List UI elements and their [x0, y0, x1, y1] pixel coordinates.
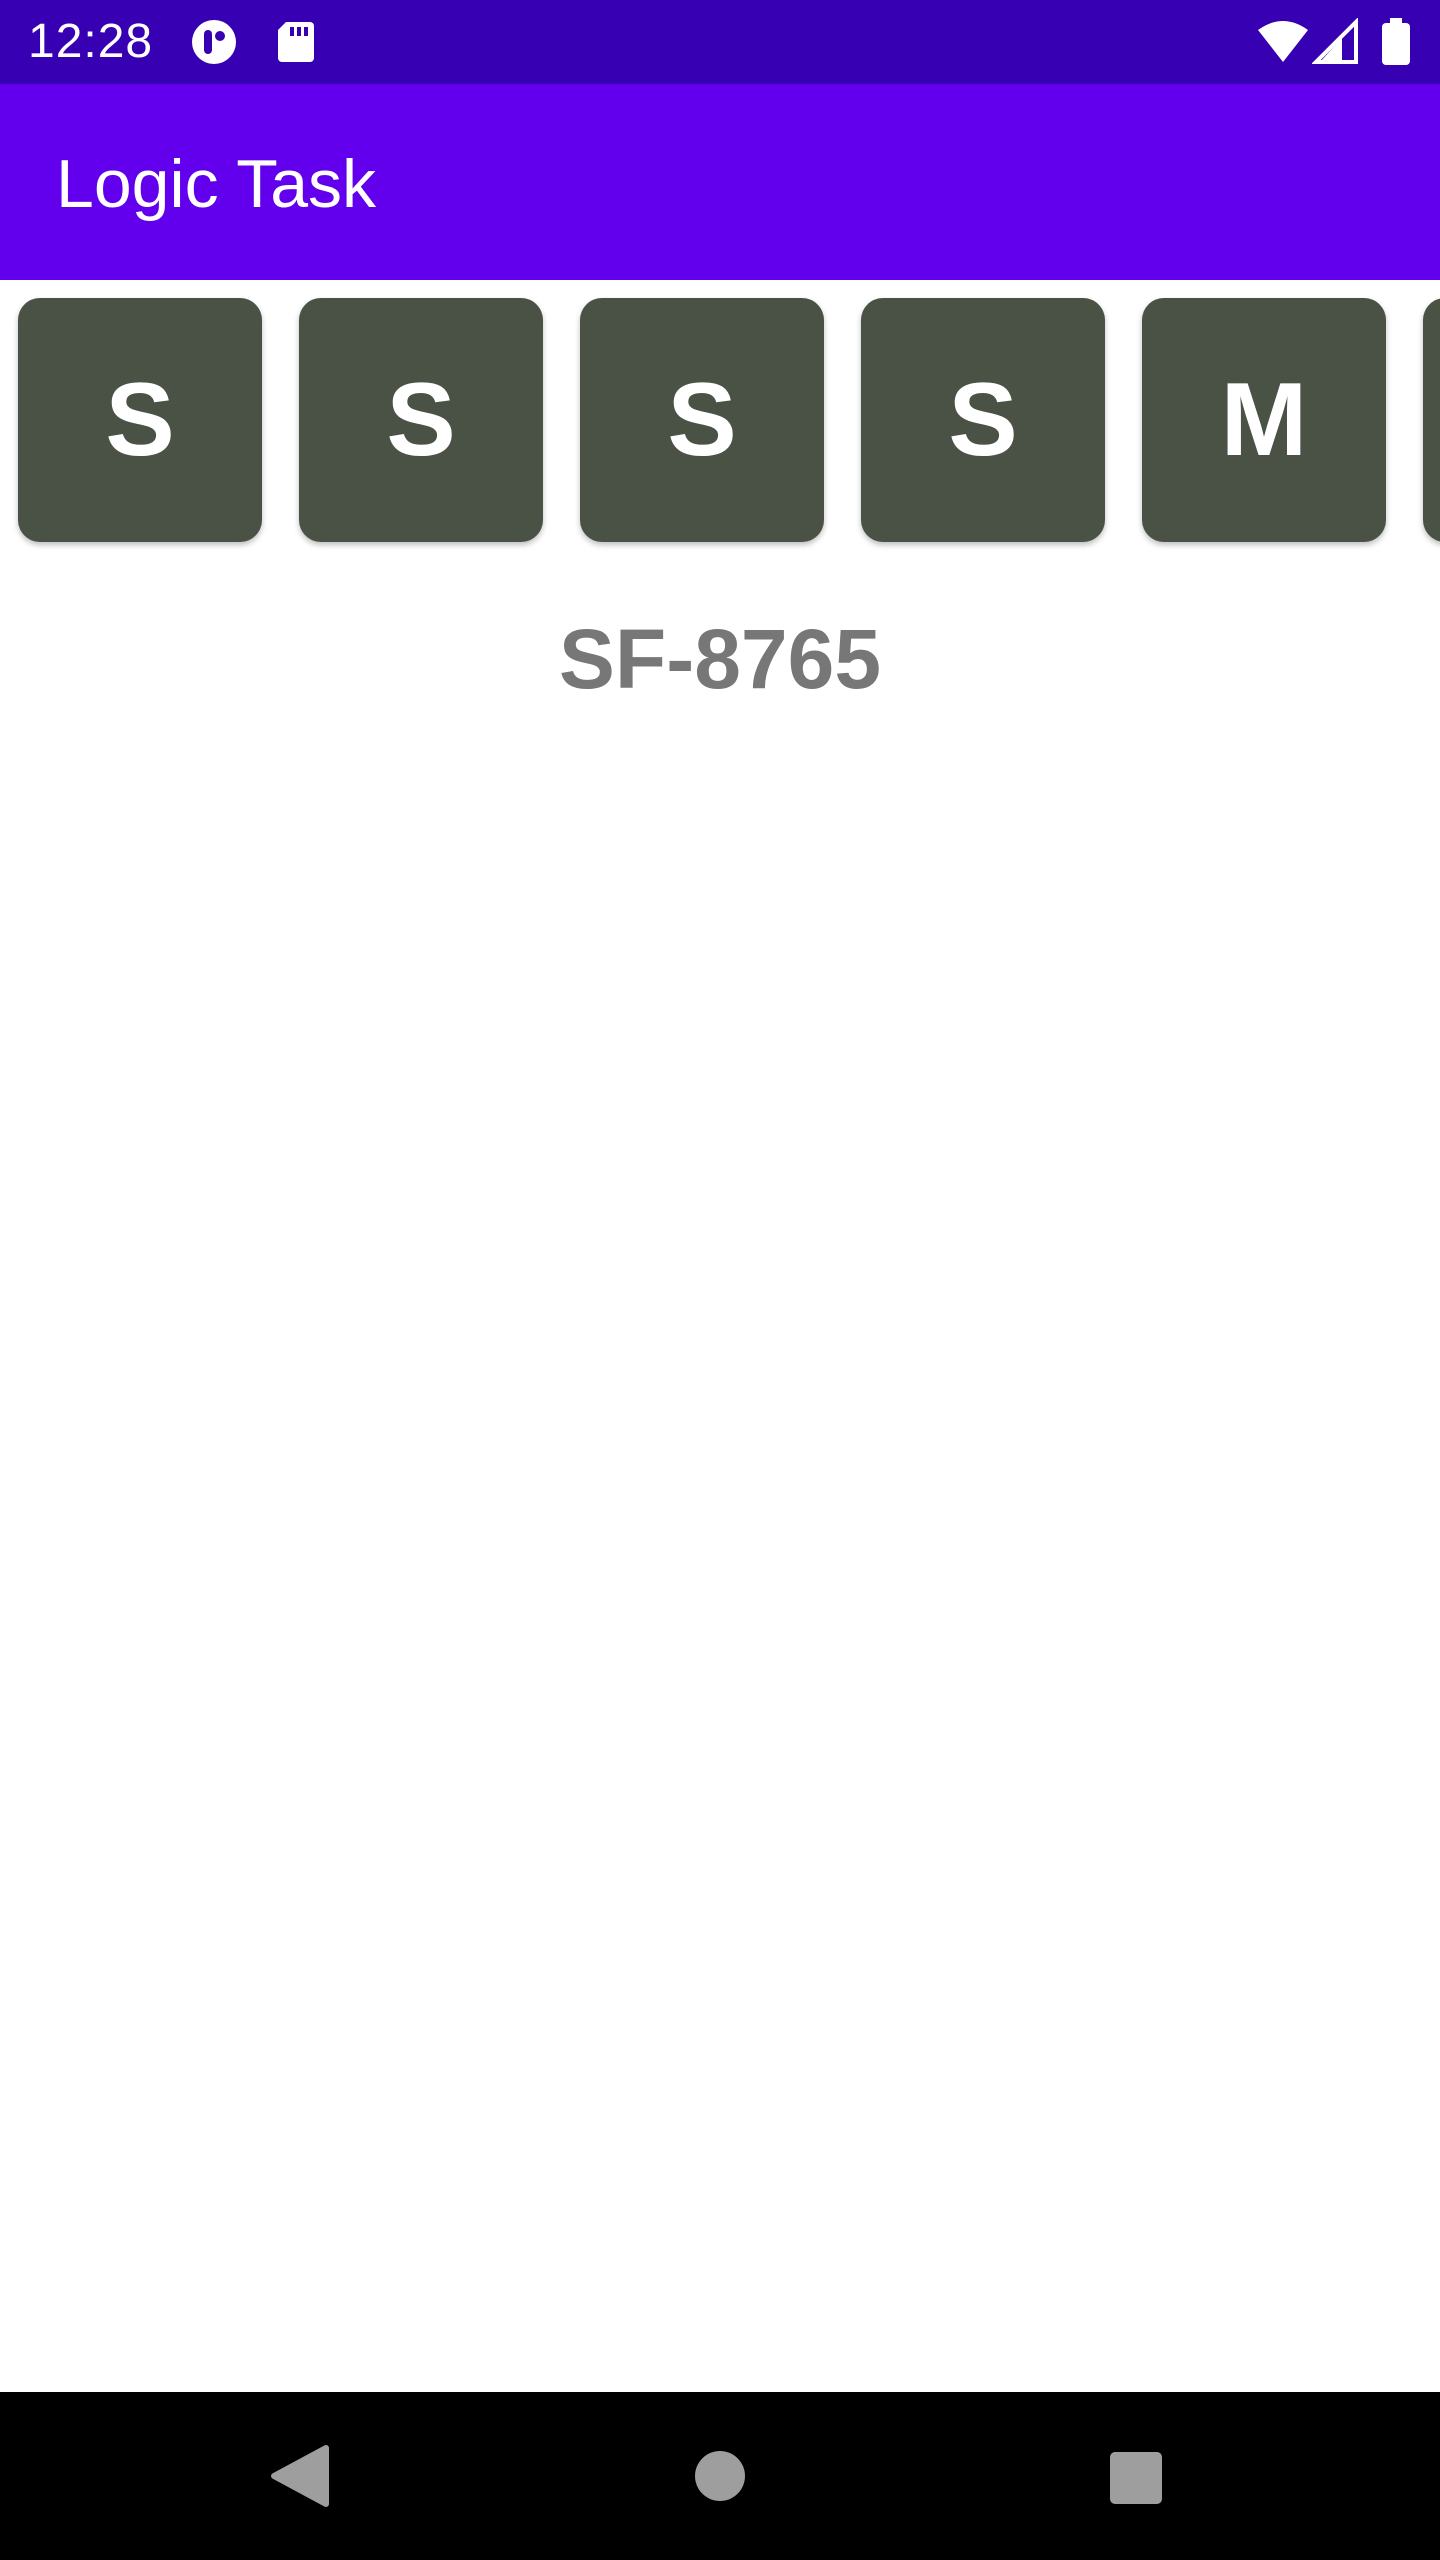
sd-card-icon: [272, 18, 320, 66]
back-icon[interactable]: [256, 2432, 344, 2520]
wifi-icon: [1256, 18, 1310, 66]
home-icon[interactable]: [676, 2432, 764, 2520]
recents-icon[interactable]: [1090, 2432, 1178, 2520]
letter-tile-row[interactable]: S S S S M: [0, 280, 1440, 570]
cell-signal-icon: [1311, 17, 1360, 66]
letter-tile[interactable]: S: [580, 298, 824, 542]
code-label: SF-8765: [558, 612, 882, 706]
status-time: 12:28: [28, 15, 154, 68]
letter-tile[interactable]: S: [18, 298, 262, 542]
navigation-bar: [0, 2392, 1440, 2560]
battery-icon: [1380, 18, 1412, 66]
letter-tile[interactable]: [1423, 298, 1440, 542]
letter-tile[interactable]: S: [861, 298, 1105, 542]
status-bar: 12:28: [0, 0, 1440, 84]
notification-app-icon: [190, 18, 238, 66]
app-title: Logic Task: [56, 146, 377, 222]
letter-tile[interactable]: S: [299, 298, 543, 542]
letter-tile[interactable]: M: [1142, 298, 1386, 542]
app-bar: Logic Task: [0, 84, 1440, 280]
